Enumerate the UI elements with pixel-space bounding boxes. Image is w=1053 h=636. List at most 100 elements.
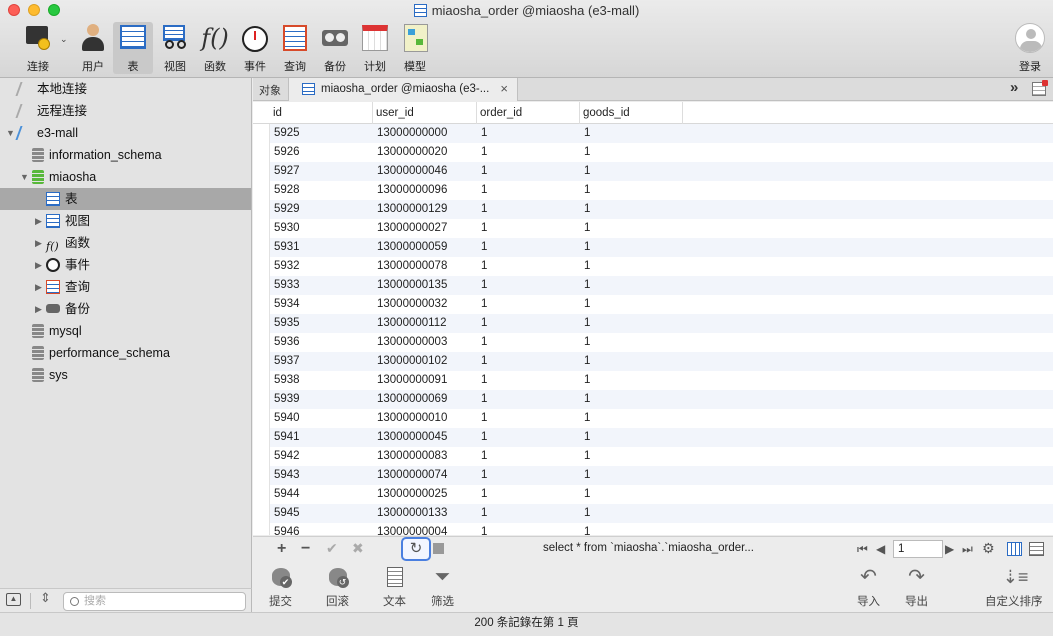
table-row[interactable]: 5933 13000000135 1 1 bbox=[270, 276, 1053, 295]
table-cell-goods-id[interactable]: 1 bbox=[580, 466, 590, 485]
sidebar-item-miaosha[interactable]: miaosha bbox=[32, 166, 96, 188]
sidebar-item-performance-schema[interactable]: performance_schema bbox=[32, 342, 170, 364]
disclosure-triangle-icon[interactable]: ▶ bbox=[35, 216, 42, 227]
toolbar-schedule-button[interactable]: 计划 bbox=[353, 22, 397, 74]
table-row[interactable]: 5928 13000000096 1 1 bbox=[270, 181, 1053, 200]
table-cell-user-id[interactable]: 13000000091 bbox=[373, 371, 447, 390]
column-header-id[interactable]: id bbox=[270, 102, 373, 124]
table-cell-goods-id[interactable]: 1 bbox=[580, 276, 590, 295]
toolbar-backup-button[interactable]: 备份 bbox=[313, 22, 357, 74]
sort-stepper-icon[interactable]: ⇕ bbox=[40, 590, 51, 606]
table-cell-order-id[interactable]: 1 bbox=[477, 238, 487, 257]
table-row[interactable]: 5926 13000000020 1 1 bbox=[270, 143, 1053, 162]
table-cell-id[interactable]: 5932 bbox=[270, 257, 300, 276]
table-cell-id[interactable]: 5939 bbox=[270, 390, 300, 409]
table-cell-goods-id[interactable]: 1 bbox=[580, 162, 590, 181]
table-row[interactable]: 5931 13000000059 1 1 bbox=[270, 238, 1053, 257]
table-cell-order-id[interactable]: 1 bbox=[477, 257, 487, 276]
previous-page-icon[interactable]: ◀ bbox=[876, 542, 885, 556]
table-cell-id[interactable]: 5935 bbox=[270, 314, 300, 333]
table-cell-user-id[interactable]: 13000000112 bbox=[373, 314, 447, 333]
table-cell-id[interactable]: 5931 bbox=[270, 238, 300, 257]
table-cell-id[interactable]: 5942 bbox=[270, 447, 300, 466]
table-cell-id[interactable]: 5927 bbox=[270, 162, 300, 181]
chevron-down-icon[interactable]: ⌄ bbox=[60, 34, 68, 45]
table-cell-goods-id[interactable]: 1 bbox=[580, 409, 590, 428]
table-cell-goods-id[interactable]: 1 bbox=[580, 257, 590, 276]
table-cell-goods-id[interactable]: 1 bbox=[580, 219, 590, 238]
sidebar-item-e3-mall[interactable]: e3-mall bbox=[15, 122, 78, 144]
table-cell-order-id[interactable]: 1 bbox=[477, 219, 487, 238]
table-row[interactable]: 5944 13000000025 1 1 bbox=[270, 485, 1053, 504]
custom-sort-button[interactable]: ⇣≡ 自定义排序 bbox=[985, 566, 1043, 609]
table-cell-user-id[interactable]: 13000000045 bbox=[373, 428, 447, 447]
toolbar-query-button[interactable]: 查询 bbox=[273, 22, 317, 74]
table-cell-user-id[interactable]: 13000000010 bbox=[373, 409, 447, 428]
import-button[interactable]: ↶ 导入 bbox=[857, 566, 880, 609]
first-page-icon[interactable]: ⏮ bbox=[857, 542, 868, 557]
table-row[interactable]: 5930 13000000027 1 1 bbox=[270, 219, 1053, 238]
table-cell-id[interactable]: 5934 bbox=[270, 295, 300, 314]
table-cell-id[interactable]: 5945 bbox=[270, 504, 300, 523]
table-cell-user-id[interactable]: 13000000059 bbox=[373, 238, 447, 257]
table-cell-user-id[interactable]: 13000000078 bbox=[373, 257, 447, 276]
apply-changes-button[interactable]: ✔ bbox=[326, 540, 338, 557]
table-cell-id[interactable]: 5925 bbox=[270, 124, 300, 143]
table-cell-user-id[interactable]: 13000000004 bbox=[373, 523, 447, 535]
table-cell-order-id[interactable]: 1 bbox=[477, 523, 487, 535]
toolbar-view-button[interactable]: 视图 bbox=[153, 22, 197, 74]
table-cell-order-id[interactable]: 1 bbox=[477, 333, 487, 352]
sidebar-item-mysql[interactable]: mysql bbox=[32, 320, 82, 342]
table-cell-goods-id[interactable]: 1 bbox=[580, 143, 590, 162]
disclosure-triangle-icon[interactable]: ▼ bbox=[20, 172, 29, 182]
disclosure-triangle-icon[interactable]: ▶ bbox=[35, 238, 42, 249]
table-cell-id[interactable]: 5937 bbox=[270, 352, 300, 371]
column-header-user-id[interactable]: user_id bbox=[373, 102, 477, 124]
table-cell-order-id[interactable]: 1 bbox=[477, 409, 487, 428]
toolbar-login-button[interactable]: 登录 bbox=[1008, 22, 1052, 74]
grid-view-icon[interactable] bbox=[1007, 542, 1022, 556]
disclosure-triangle-icon[interactable]: ▶ bbox=[35, 282, 42, 293]
table-cell-user-id[interactable]: 13000000129 bbox=[373, 200, 447, 219]
discard-changes-button[interactable]: ✖ bbox=[352, 540, 364, 557]
table-cell-user-id[interactable]: 13000000025 bbox=[373, 485, 447, 504]
table-cell-order-id[interactable]: 1 bbox=[477, 371, 487, 390]
disclosure-triangle-icon[interactable]: ▼ bbox=[6, 128, 15, 138]
form-view-icon[interactable] bbox=[1029, 542, 1044, 556]
table-row[interactable]: 5940 13000000010 1 1 bbox=[270, 409, 1053, 428]
refresh-button[interactable]: ↻ bbox=[401, 537, 431, 561]
table-row[interactable]: 5936 13000000003 1 1 bbox=[270, 333, 1053, 352]
table-cell-order-id[interactable]: 1 bbox=[477, 352, 487, 371]
table-cell-id[interactable]: 5926 bbox=[270, 143, 300, 162]
table-cell-order-id[interactable]: 1 bbox=[477, 428, 487, 447]
table-cell-goods-id[interactable]: 1 bbox=[580, 390, 590, 409]
toolbar-user-button[interactable]: 用户 bbox=[71, 22, 115, 74]
toolbar-model-button[interactable]: 模型 bbox=[393, 22, 437, 74]
last-page-icon[interactable]: ⏭ bbox=[962, 542, 973, 557]
table-cell-id[interactable]: 5936 bbox=[270, 333, 300, 352]
table-row[interactable]: 5946 13000000004 1 1 bbox=[270, 523, 1053, 535]
sidebar-item-local-connection[interactable]: 本地连接 bbox=[15, 78, 87, 100]
table-cell-goods-id[interactable]: 1 bbox=[580, 238, 590, 257]
text-view-button[interactable]: 文本 bbox=[383, 566, 406, 609]
table-cell-user-id[interactable]: 13000000074 bbox=[373, 466, 447, 485]
table-row[interactable]: 5925 13000000000 1 1 bbox=[270, 124, 1053, 143]
sidebar-item-events[interactable]: 事件 bbox=[46, 254, 90, 276]
sidebar-item-backups[interactable]: 备份 bbox=[46, 298, 90, 320]
filter-button[interactable]: ⏷ 筛选 bbox=[431, 566, 454, 609]
table-row[interactable]: 5942 13000000083 1 1 bbox=[270, 447, 1053, 466]
table-cell-id[interactable]: 5943 bbox=[270, 466, 300, 485]
page-number-input[interactable]: 1 bbox=[893, 540, 943, 558]
table-cell-order-id[interactable]: 1 bbox=[477, 314, 487, 333]
toolbar-table-button[interactable]: 表 bbox=[113, 22, 153, 74]
table-cell-id[interactable]: 5928 bbox=[270, 181, 300, 200]
table-row[interactable]: 5943 13000000074 1 1 bbox=[270, 466, 1053, 485]
table-cell-user-id[interactable]: 13000000069 bbox=[373, 390, 447, 409]
table-row[interactable]: 5929 13000000129 1 1 bbox=[270, 200, 1053, 219]
table-row[interactable]: 5934 13000000032 1 1 bbox=[270, 295, 1053, 314]
table-row[interactable]: 5941 13000000045 1 1 bbox=[270, 428, 1053, 447]
toolbar-function-button[interactable]: f() 函数 bbox=[193, 22, 237, 74]
table-row[interactable]: 5939 13000000069 1 1 bbox=[270, 390, 1053, 409]
table-cell-order-id[interactable]: 1 bbox=[477, 295, 487, 314]
sidebar-item-remote-connection[interactable]: 远程连接 bbox=[15, 100, 87, 122]
